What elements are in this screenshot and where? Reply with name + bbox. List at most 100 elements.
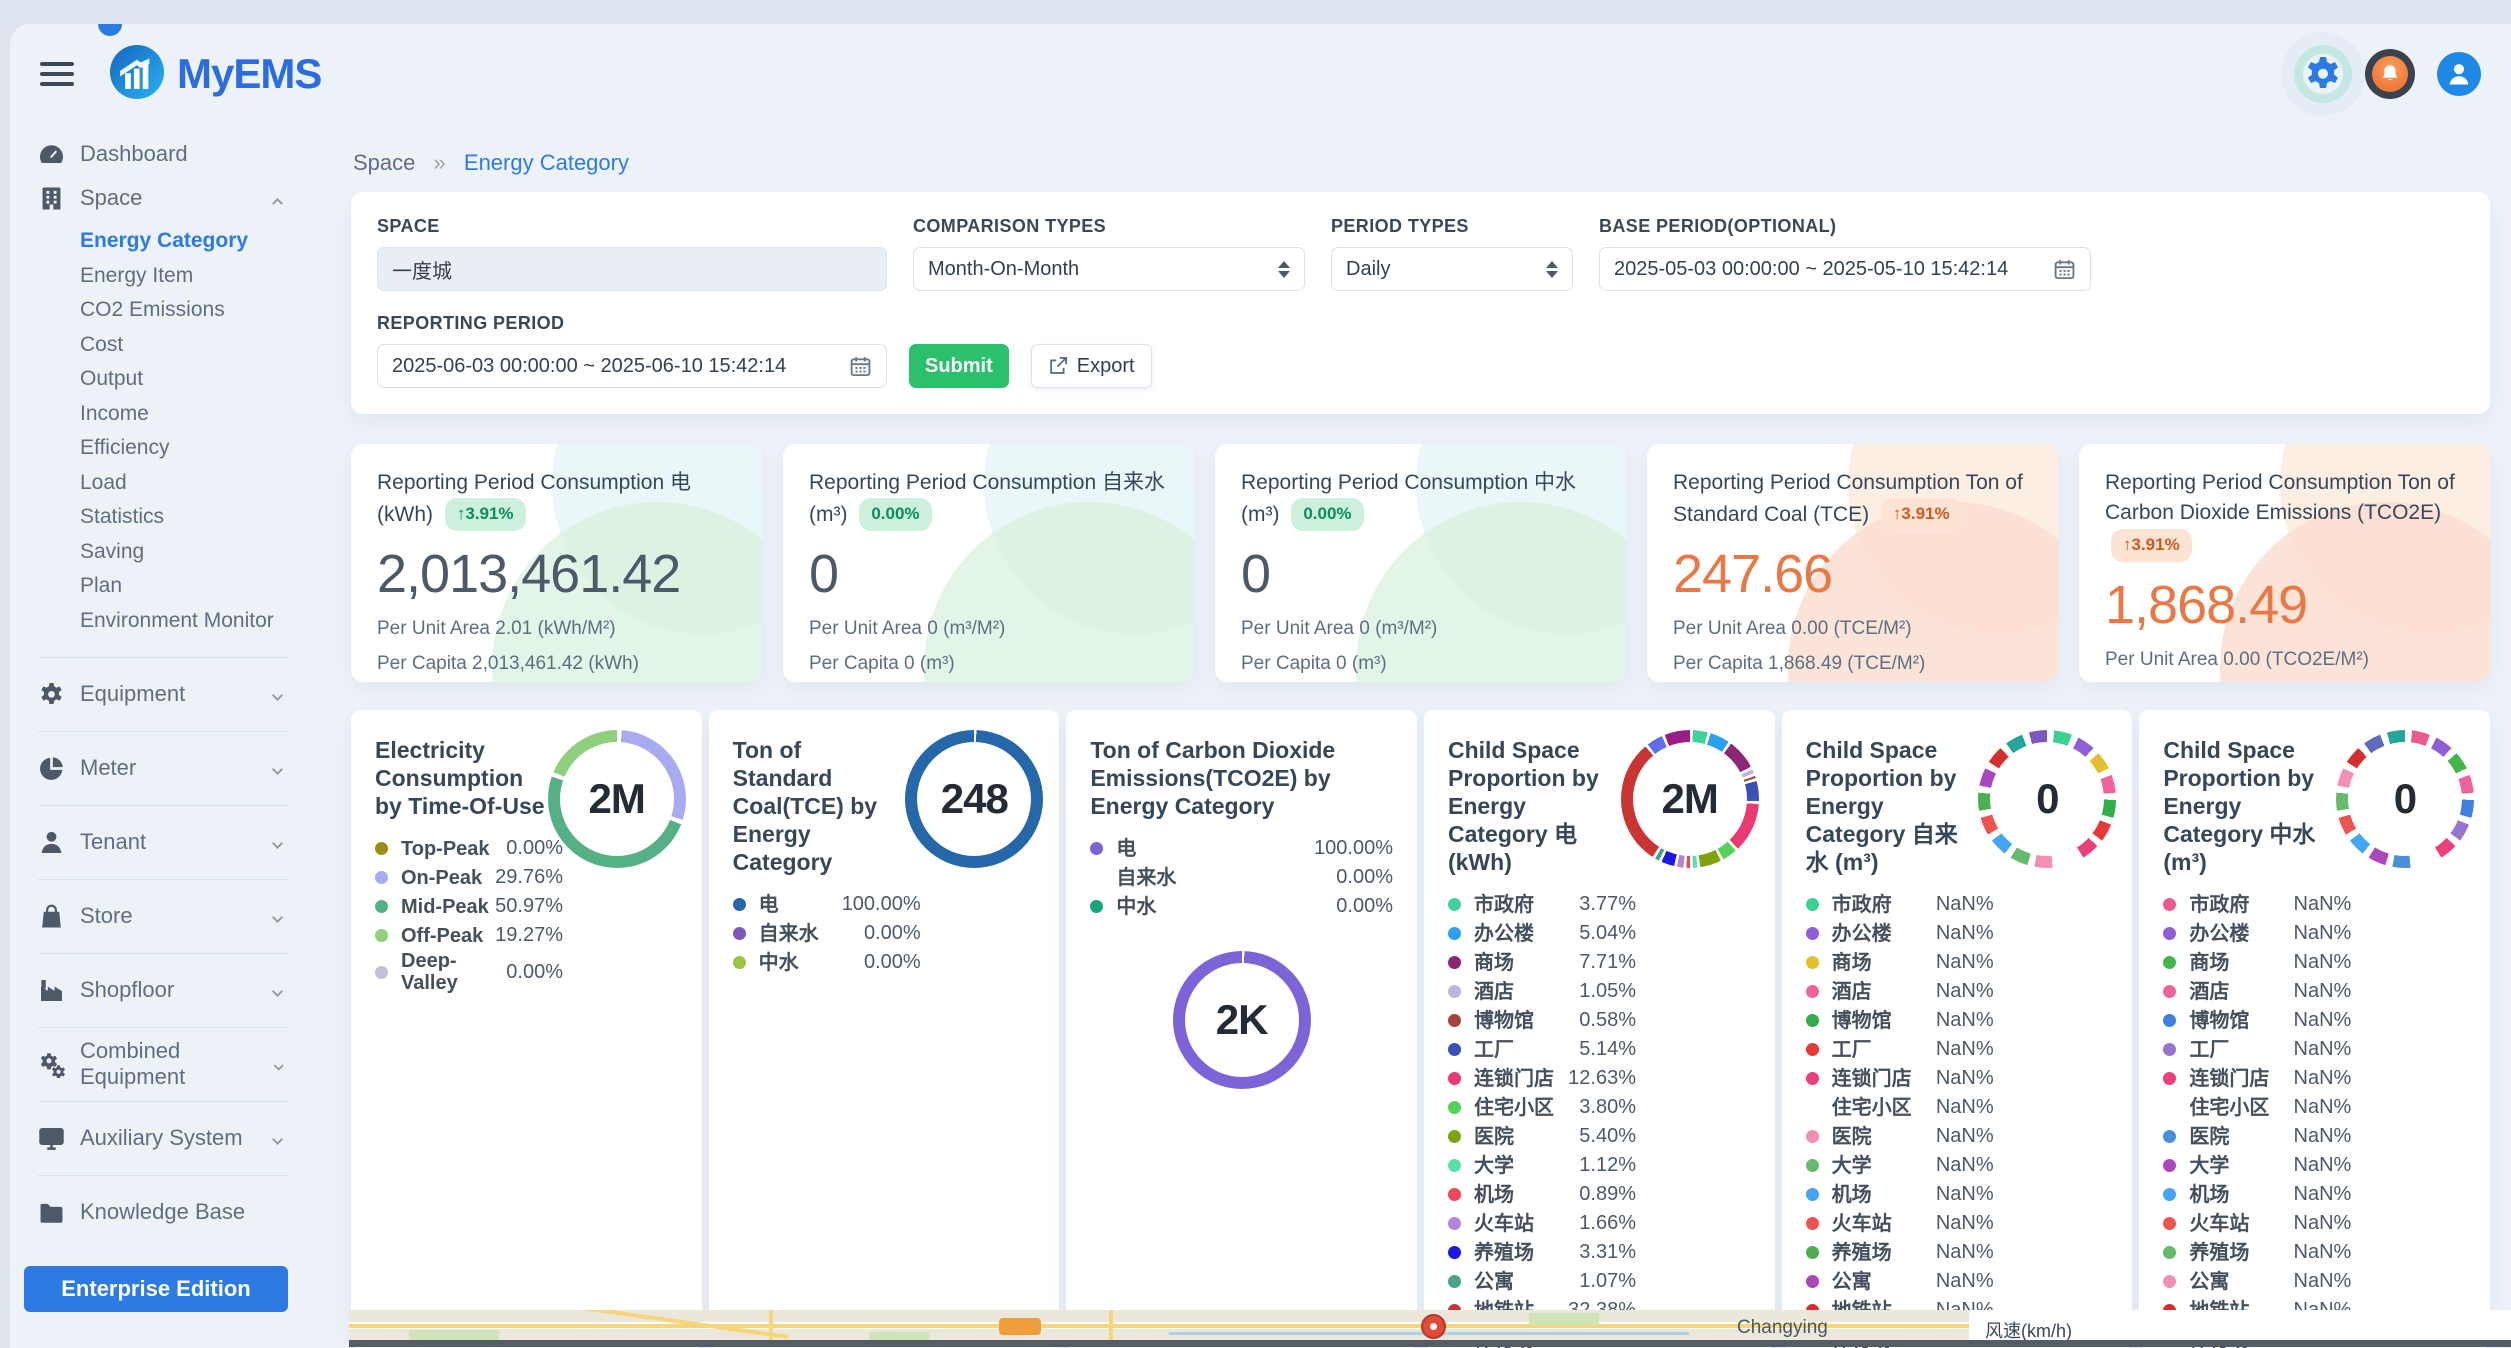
legend-item[interactable]: 自来水0.00% bbox=[1090, 863, 1393, 892]
breadcrumb-space[interactable]: Space bbox=[353, 150, 415, 175]
legend-item[interactable]: 工厂NaN% bbox=[1806, 1035, 1994, 1064]
sidebar-item-output[interactable]: Output bbox=[10, 362, 302, 397]
hamburger-menu-icon[interactable] bbox=[40, 56, 74, 92]
sidebar-item-load[interactable]: Load bbox=[10, 466, 302, 501]
sidebar-item-efficiency[interactable]: Efficiency bbox=[10, 431, 302, 466]
sidebar-item-energy-category[interactable]: Energy Category bbox=[10, 224, 302, 259]
legend-item[interactable]: 商场NaN% bbox=[2163, 948, 2351, 977]
legend-item[interactable]: 中水0.00% bbox=[1090, 892, 1393, 921]
legend-item[interactable]: Off-Peak19.27% bbox=[375, 921, 563, 950]
legend-item[interactable]: 火车站1.66% bbox=[1448, 1209, 1636, 1238]
legend-label: Off-Peak bbox=[401, 925, 495, 947]
legend-item[interactable]: 博物馆NaN% bbox=[2163, 1006, 2351, 1035]
legend-item[interactable]: 大学NaN% bbox=[2163, 1151, 2351, 1180]
legend-item[interactable]: 办公楼5.04% bbox=[1448, 919, 1636, 948]
legend-item[interactable]: 医院5.40% bbox=[1448, 1122, 1636, 1151]
sidebar-item-tenant[interactable]: Tenant bbox=[10, 810, 302, 874]
donut-chart: 0 bbox=[2336, 730, 2474, 868]
legend-item[interactable]: 机场0.89% bbox=[1448, 1180, 1636, 1209]
sidebar-item-space[interactable]: Space bbox=[10, 176, 302, 220]
legend-item[interactable]: 办公楼NaN% bbox=[2163, 919, 2351, 948]
sidebar-item-combined-equipment[interactable]: Combined Equipment bbox=[10, 1032, 302, 1096]
legend-color-dot bbox=[1448, 1217, 1461, 1230]
legend-item[interactable]: 电100.00% bbox=[733, 890, 921, 919]
sidebar-submenu: Energy CategoryEnergy ItemCO2 EmissionsC… bbox=[10, 220, 302, 652]
legend-item[interactable]: 住宅小区NaN% bbox=[1806, 1093, 1994, 1122]
legend-item[interactable]: 中水0.00% bbox=[733, 948, 921, 977]
legend-item[interactable]: 住宅小区NaN% bbox=[2163, 1093, 2351, 1122]
legend-color-dot bbox=[375, 929, 388, 942]
legend-item[interactable]: 办公楼NaN% bbox=[1806, 919, 1994, 948]
export-button[interactable]: Export bbox=[1031, 344, 1152, 388]
legend-item[interactable]: 公寓NaN% bbox=[1806, 1267, 1994, 1296]
legend-item[interactable]: 大学NaN% bbox=[1806, 1151, 1994, 1180]
legend-item[interactable]: 市政府NaN% bbox=[2163, 890, 2351, 919]
sidebar-item-knowledge-base[interactable]: Knowledge Base bbox=[10, 1180, 302, 1244]
legend-item[interactable]: 医院NaN% bbox=[1806, 1122, 1994, 1151]
base-period-input[interactable]: 2025-05-03 00:00:00 ~ 2025-05-10 15:42:1… bbox=[1599, 247, 2091, 291]
breadcrumb-energy-category[interactable]: Energy Category bbox=[464, 150, 629, 175]
legend-item[interactable]: 大学1.12% bbox=[1448, 1151, 1636, 1180]
legend-label: Mid-Peak bbox=[401, 896, 495, 918]
user-avatar[interactable] bbox=[2437, 52, 2481, 96]
legend-item[interactable]: 博物馆NaN% bbox=[1806, 1006, 1994, 1035]
legend-item[interactable]: Mid-Peak50.97% bbox=[375, 892, 563, 921]
legend-item[interactable]: 电100.00% bbox=[1090, 834, 1393, 863]
legend-item[interactable]: On-Peak29.76% bbox=[375, 863, 563, 892]
legend-item[interactable]: 机场NaN% bbox=[1806, 1180, 1994, 1209]
legend-item[interactable]: 机场NaN% bbox=[2163, 1180, 2351, 1209]
sidebar-item-dashboard[interactable]: Dashboard bbox=[10, 132, 302, 176]
comparison-types-select[interactable]: Month-On-Month bbox=[913, 247, 1305, 291]
horizontal-scrollbar[interactable] bbox=[349, 1340, 2511, 1347]
submit-button[interactable]: Submit bbox=[909, 344, 1009, 388]
brand-logo[interactable]: MyEMS bbox=[110, 45, 321, 104]
legend-item[interactable]: 连锁门店NaN% bbox=[1806, 1064, 1994, 1093]
legend-item[interactable]: 住宅小区3.80% bbox=[1448, 1093, 1636, 1122]
sidebar-item-store[interactable]: Store bbox=[10, 884, 302, 948]
sidebar-item-meter[interactable]: Meter bbox=[10, 736, 302, 800]
legend-item[interactable]: 连锁门店12.63% bbox=[1448, 1064, 1636, 1093]
legend-item[interactable]: Deep-Valley0.00% bbox=[375, 950, 563, 994]
sidebar-item-saving[interactable]: Saving bbox=[10, 535, 302, 570]
sidebar-item-shopfloor[interactable]: Shopfloor bbox=[10, 958, 302, 1022]
legend-item[interactable]: 酒店1.05% bbox=[1448, 977, 1636, 1006]
reporting-period-input[interactable]: 2025-06-03 00:00:00 ~ 2025-06-10 15:42:1… bbox=[377, 344, 887, 388]
legend-item[interactable]: 养殖场NaN% bbox=[2163, 1238, 2351, 1267]
legend-color-dot bbox=[1806, 1043, 1819, 1056]
enterprise-edition-button[interactable]: Enterprise Edition bbox=[24, 1266, 288, 1312]
legend-item[interactable]: 公寓NaN% bbox=[2163, 1267, 2351, 1296]
legend-item[interactable]: 市政府NaN% bbox=[1806, 890, 1994, 919]
legend-item[interactable]: 养殖场3.31% bbox=[1448, 1238, 1636, 1267]
legend-item[interactable]: 养殖场NaN% bbox=[1806, 1238, 1994, 1267]
legend-item[interactable]: 工厂5.14% bbox=[1448, 1035, 1636, 1064]
sidebar-item-co2-emissions[interactable]: CO2 Emissions bbox=[10, 293, 302, 328]
legend-item[interactable]: 博物馆0.58% bbox=[1448, 1006, 1636, 1035]
map-strip[interactable]: Changying 风速(km/h) bbox=[349, 1310, 2511, 1344]
legend-item[interactable]: 公寓1.07% bbox=[1448, 1267, 1636, 1296]
sidebar-item-income[interactable]: Income bbox=[10, 397, 302, 432]
legend-item[interactable]: 商场7.71% bbox=[1448, 948, 1636, 977]
period-types-select[interactable]: Daily bbox=[1331, 247, 1573, 291]
legend-item[interactable]: 工厂NaN% bbox=[2163, 1035, 2351, 1064]
notifications-bell-icon[interactable] bbox=[2365, 49, 2415, 99]
map-marker-pin[interactable] bbox=[1421, 1314, 1446, 1339]
settings-gear-icon[interactable] bbox=[2303, 54, 2343, 94]
space-input[interactable]: 一度城 bbox=[377, 247, 887, 291]
legend-item[interactable]: 火车站NaN% bbox=[2163, 1209, 2351, 1238]
sidebar-item-plan[interactable]: Plan bbox=[10, 569, 302, 604]
legend-item[interactable]: 酒店NaN% bbox=[1806, 977, 1994, 1006]
legend-item[interactable]: 医院NaN% bbox=[2163, 1122, 2351, 1151]
sidebar-item-equipment[interactable]: Equipment bbox=[10, 662, 302, 726]
sidebar-item-environment-monitor[interactable]: Environment Monitor bbox=[10, 604, 302, 639]
legend-item[interactable]: 自来水0.00% bbox=[733, 919, 921, 948]
sidebar-item-statistics[interactable]: Statistics bbox=[10, 500, 302, 535]
sidebar-item-auxiliary-system[interactable]: Auxiliary System bbox=[10, 1106, 302, 1170]
legend-item[interactable]: 商场NaN% bbox=[1806, 948, 1994, 977]
legend-item[interactable]: 市政府3.77% bbox=[1448, 890, 1636, 919]
legend-item[interactable]: Top-Peak0.00% bbox=[375, 834, 563, 863]
legend-item[interactable]: 酒店NaN% bbox=[2163, 977, 2351, 1006]
sidebar-item-cost[interactable]: Cost bbox=[10, 328, 302, 363]
legend-item[interactable]: 火车站NaN% bbox=[1806, 1209, 1994, 1238]
legend-item[interactable]: 连锁门店NaN% bbox=[2163, 1064, 2351, 1093]
sidebar-item-energy-item[interactable]: Energy Item bbox=[10, 259, 302, 294]
